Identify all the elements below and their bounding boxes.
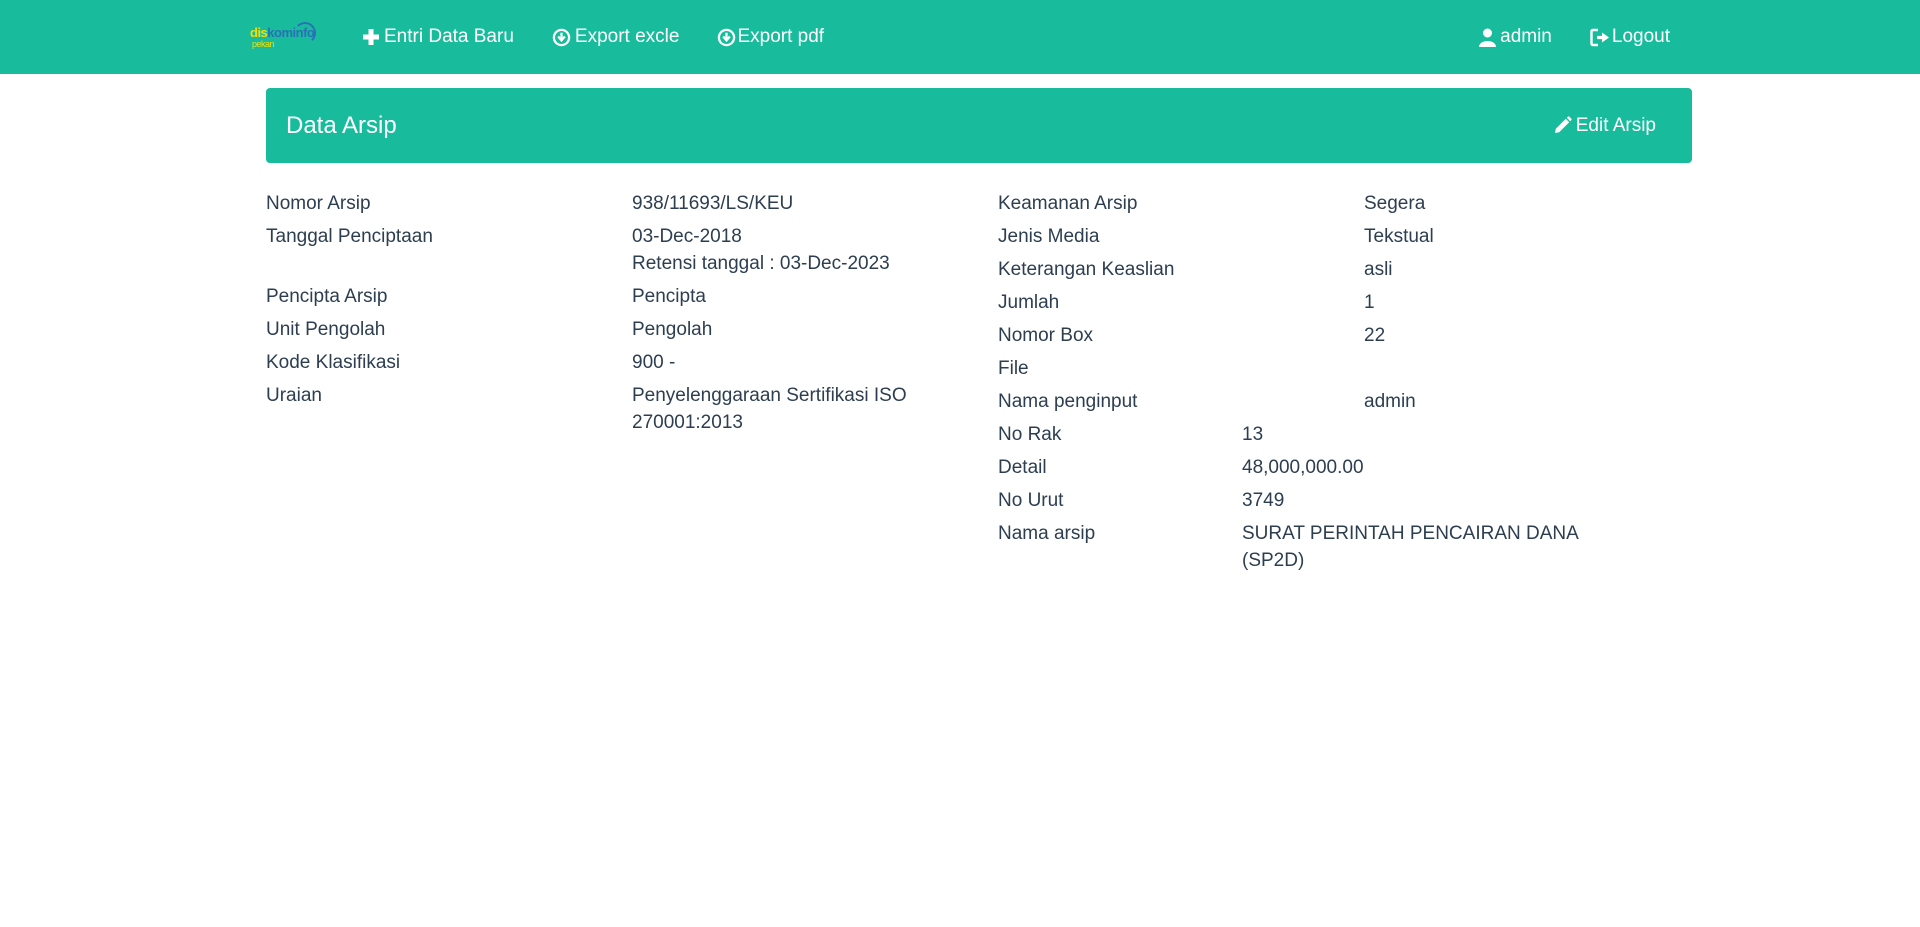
- user-name-label: admin: [1500, 26, 1552, 47]
- logout-link[interactable]: Logout: [1590, 26, 1670, 48]
- detail-value: 1: [1364, 292, 1375, 313]
- detail-value: 03-Dec-2018: [632, 226, 742, 247]
- detail-value: 938/11693/LS/KEU: [632, 193, 794, 214]
- user-menu-link[interactable]: admin: [1479, 26, 1552, 48]
- logo-text-dis: dis: [250, 24, 268, 40]
- detail-value: 22: [1364, 325, 1386, 346]
- entri-data-baru-link[interactable]: Entri Data Baru: [362, 26, 514, 48]
- detail-row-no-rak: No Rak 13: [998, 421, 1698, 448]
- download-circle-icon: [717, 28, 736, 47]
- detail-value-retensi: Retensi tanggal : 03-Dec-2023: [632, 253, 890, 274]
- detail-key: Detail: [998, 457, 1047, 478]
- detail-key: Kode Klasifikasi: [266, 352, 401, 373]
- top-navbar: dis kominfo pekan Entri Data Baru Export …: [0, 0, 1920, 74]
- detail-row-unit-pengolah: Unit Pengolah Pengolah: [266, 316, 998, 343]
- detail-row-nomor-box: Nomor Box 22: [998, 322, 1698, 349]
- detail-key: Keamanan Arsip: [998, 193, 1138, 214]
- export-pdf-label: Export pdf: [737, 26, 825, 47]
- export-excel-label: Export excle: [574, 26, 680, 47]
- detail-value: Tekstual: [1364, 226, 1434, 247]
- detail-value: SURAT PERINTAH PENCAIRAN DANA (SP2D): [1242, 523, 1578, 571]
- entri-data-baru-label: Entri Data Baru: [384, 26, 514, 47]
- detail-value: 48,000,000.00: [1242, 457, 1364, 478]
- detail-key: Nama arsip: [998, 523, 1096, 544]
- detail-value: admin: [1364, 391, 1416, 412]
- detail-key: Nomor Arsip: [266, 193, 371, 214]
- detail-key: Tanggal Penciptaan: [266, 226, 433, 247]
- download-circle-icon: [552, 28, 571, 47]
- detail-value: asli: [1364, 259, 1393, 280]
- panel-heading: Data Arsip Edit Arsip: [266, 88, 1692, 163]
- plus-icon: [362, 28, 380, 46]
- detail-value: 13: [1242, 424, 1264, 445]
- detail-value: Pengolah: [632, 319, 713, 340]
- detail-value: Penyelenggaraan Sertifikasi ISO 270001:2…: [632, 385, 907, 433]
- detail-key: Uraian: [266, 385, 322, 406]
- detail-value: Segera: [1364, 193, 1426, 214]
- detail-row-keamanan-arsip: Keamanan Arsip Segera: [998, 190, 1698, 217]
- page-title: Data Arsip: [286, 111, 397, 139]
- detail-row-pencipta-arsip: Pencipta Arsip Pencipta: [266, 283, 998, 310]
- nav-right-menu: admin Logout: [1441, 26, 1670, 48]
- detail-key: No Urut: [998, 490, 1064, 511]
- logo-arc-icon: [294, 22, 316, 44]
- detail-key: Nomor Box: [998, 325, 1094, 346]
- detail-row-tanggal-penciptaan: Tanggal Penciptaan 03-Dec-2018 Retensi t…: [266, 223, 998, 277]
- detail-row-jenis-media: Jenis Media Tekstual: [998, 223, 1698, 250]
- logout-label: Logout: [1611, 26, 1670, 47]
- detail-key: No Rak: [998, 424, 1062, 445]
- detail-value[interactable]: [1364, 355, 1698, 382]
- detail-key: Nama penginput: [998, 391, 1138, 412]
- user-icon: [1479, 28, 1497, 47]
- detail-row-keterangan-keaslian: Keterangan Keaslian asli: [998, 256, 1698, 283]
- nav-left-menu: Entri Data Baru Export excle Export pdf: [322, 26, 824, 48]
- detail-row-file: File: [998, 355, 1698, 382]
- detail-value: Pencipta: [632, 286, 706, 307]
- detail-row-nomor-arsip: Nomor Arsip 938/11693/LS/KEU: [266, 190, 998, 217]
- details-right-column: Keamanan Arsip Segera Jenis Media Tekstu…: [998, 190, 1698, 580]
- detail-key: Keterangan Keaslian: [998, 259, 1175, 280]
- export-excel-link[interactable]: Export excle: [552, 26, 680, 48]
- detail-key: Pencipta Arsip: [266, 286, 388, 307]
- detail-row-detail: Detail 48,000,000.00: [998, 454, 1698, 481]
- detail-key: Unit Pengolah: [266, 319, 386, 340]
- edit-arsip-button[interactable]: Edit Arsip: [1553, 115, 1656, 137]
- pencil-icon: [1553, 116, 1572, 135]
- detail-key: File: [998, 358, 1029, 379]
- detail-row-kode-klasifikasi: Kode Klasifikasi 900 -: [266, 349, 998, 376]
- edit-arsip-label: Edit Arsip: [1575, 114, 1656, 136]
- brand-logo[interactable]: dis kominfo pekan: [250, 17, 322, 57]
- navbar-container: dis kominfo pekan Entri Data Baru Export …: [250, 0, 1670, 74]
- detail-row-nama-arsip: Nama arsip SURAT PERINTAH PENCAIRAN DANA…: [998, 520, 1698, 574]
- details-left-column: Nomor Arsip 938/11693/LS/KEU Tanggal Pen…: [266, 190, 998, 442]
- detail-key: Jenis Media: [998, 226, 1100, 247]
- detail-row-jumlah: Jumlah 1: [998, 289, 1698, 316]
- export-pdf-link[interactable]: Export pdf: [717, 26, 824, 48]
- detail-value: 900 -: [632, 352, 676, 373]
- detail-row-nama-penginput: Nama penginput admin: [998, 388, 1698, 415]
- logout-icon: [1590, 28, 1610, 47]
- detail-row-no-urut: No Urut 3749: [998, 487, 1698, 514]
- detail-value: 3749: [1242, 490, 1285, 511]
- detail-row-uraian: Uraian Penyelenggaraan Sertifikasi ISO 2…: [266, 382, 998, 436]
- detail-key: Jumlah: [998, 292, 1060, 313]
